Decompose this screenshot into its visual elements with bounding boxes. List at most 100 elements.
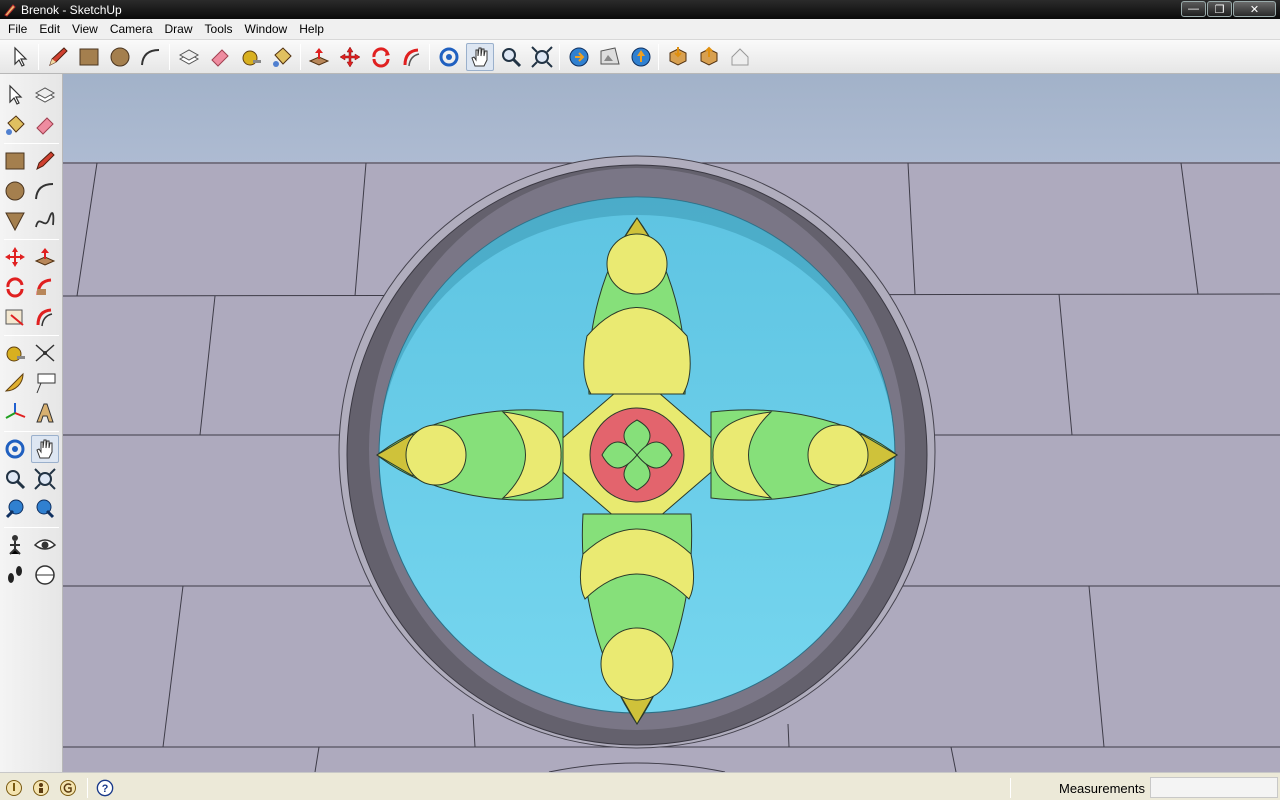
left-zoom-window-button[interactable] [31,465,59,493]
menu-window[interactable]: Window [239,20,294,39]
import-box-icon [669,47,687,66]
left-orbit-button[interactable] [1,435,29,463]
rectangle-icon [79,48,99,66]
menu-view[interactable]: View [66,20,104,39]
line-tool-button[interactable] [44,43,72,71]
toggle-terrain-button[interactable] [726,43,754,71]
pencil-icon [36,151,55,170]
credits-button[interactable] [32,779,50,797]
left-push-pull-button[interactable] [31,243,59,271]
previous-view-icon [5,499,24,519]
window-title: Brenok - SketchUp [21,2,122,17]
rotate-tool-button[interactable] [367,43,395,71]
left-line-button[interactable] [31,147,59,175]
restore-button[interactable]: ❐ [1207,1,1232,17]
left-paint-bucket-button[interactable] [1,111,29,139]
move-tool-button[interactable] [336,43,364,71]
sky-band [63,74,1280,164]
follow-me-button[interactable] [398,43,426,71]
get-models-button[interactable] [565,43,593,71]
left-next-view-button[interactable] [31,495,59,523]
select-tool-button[interactable] [6,43,34,71]
left-scale-button[interactable] [1,303,29,331]
rectangle-icon [5,152,25,170]
circle-tool-button[interactable] [106,43,134,71]
left-arc-button[interactable] [31,177,59,205]
offset-icon [36,308,53,327]
rectangle-tool-button[interactable] [75,43,103,71]
zoom-tool-button[interactable] [497,43,525,71]
arc-icon [35,183,54,200]
left-rotate-button[interactable] [1,273,29,301]
measurements-label: Measurements [1059,781,1145,796]
tape-measure-icon [6,346,25,362]
menu-tools[interactable]: Tools [199,20,239,39]
left-freehand-button[interactable] [31,207,59,235]
left-protractor-button[interactable] [1,369,29,397]
left-rectangle-button[interactable] [1,147,29,175]
menu-edit[interactable]: Edit [33,20,66,39]
get-current-view-button[interactable] [664,43,692,71]
eye-icon [33,539,57,550]
model-scene[interactable] [63,74,1280,772]
zoom-extents-button[interactable] [528,43,556,71]
help-question-icon: ? [96,779,114,797]
sketchup-app-icon[interactable] [3,3,17,17]
left-position-camera-button[interactable] [1,531,29,559]
select-arrow-icon [9,84,23,105]
export-box-icon [700,46,718,66]
arc-tool-button[interactable] [137,43,165,71]
component-icon [34,87,56,103]
make-component-button[interactable] [175,43,203,71]
left-offset-button[interactable] [31,303,59,331]
left-component-button[interactable] [31,81,59,109]
left-circle-button[interactable] [1,177,29,205]
left-move-button[interactable] [1,243,29,271]
menu-help[interactable]: Help [293,20,330,39]
model-viewport[interactable] [63,74,1280,772]
instructor-button[interactable]: ? [96,779,114,797]
eraser-tool-button[interactable] [206,43,234,71]
menu-camera[interactable]: Camera [104,20,159,39]
left-select-button[interactable] [1,81,29,109]
geo-location-button[interactable] [5,779,23,797]
left-polygon-button[interactable] [1,207,29,235]
left-dimension-button[interactable] [31,339,59,367]
eraser-icon [36,117,54,135]
close-icon: ✕ [1249,3,1260,16]
follow-me-icon [403,48,420,67]
left-axes-button[interactable] [1,399,29,427]
sign-in-button[interactable] [59,779,77,797]
left-pan-button[interactable] [31,435,59,463]
left-walk-button[interactable] [1,561,29,589]
left-eraser-button[interactable] [31,111,59,139]
paint-bucket-icon [6,115,25,135]
get-photo-textures-button[interactable] [596,43,624,71]
left-tape-measure-button[interactable] [1,339,29,367]
orbit-tool-button[interactable] [435,43,463,71]
share-model-button[interactable] [627,43,655,71]
menu-draw[interactable]: Draw [159,20,199,39]
circle-icon [5,181,25,201]
menu-file[interactable]: File [2,20,33,39]
left-zoom-button[interactable] [1,465,29,493]
left-previous-view-button[interactable] [1,495,29,523]
restore-icon: ❐ [1214,3,1225,16]
title-bar: Brenok - SketchUp — ❐ ✕ [0,0,1280,19]
left-look-around-button[interactable] [31,531,59,559]
pan-tool-button[interactable] [466,43,494,71]
paint-bucket-button[interactable] [268,43,296,71]
left-section-plane-button[interactable] [31,561,59,589]
left-3d-text-button[interactable] [31,399,59,427]
place-model-button[interactable] [695,43,723,71]
close-button[interactable]: ✕ [1233,1,1276,17]
push-pull-button[interactable] [305,43,333,71]
left-text-button[interactable] [31,369,59,397]
minimize-button[interactable]: — [1181,1,1206,17]
move-arrows-icon [339,46,361,68]
tape-measure-button[interactable] [237,43,265,71]
measurements-input[interactable] [1150,777,1278,798]
hand-icon [471,47,488,67]
geo-location-icon [6,780,22,796]
left-follow-me-button[interactable] [31,273,59,301]
